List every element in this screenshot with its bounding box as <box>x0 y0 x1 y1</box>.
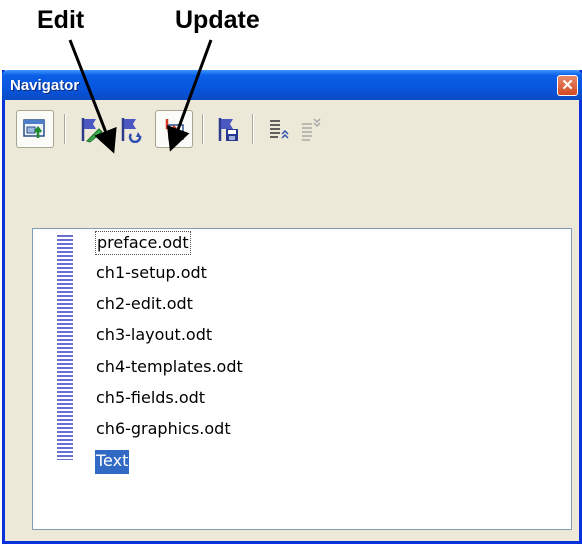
insert-icon <box>165 119 184 140</box>
update-flag-icon <box>121 118 142 143</box>
close-button[interactable]: ✕ <box>557 75 578 96</box>
toggle-icon <box>23 119 45 138</box>
list-item-ch4-templates[interactable]: ch4-templates.odt <box>95 356 244 380</box>
list-item-preface[interactable]: preface.odt <box>95 231 191 255</box>
save-button[interactable] <box>209 110 247 148</box>
update-button[interactable] <box>112 110 150 148</box>
list-item-ch1-setup[interactable]: ch1-setup.odt <box>95 262 208 286</box>
list-item-text[interactable]: Text <box>95 450 130 474</box>
toggle-button[interactable] <box>16 110 54 148</box>
toolbar-separator <box>64 114 66 144</box>
title-bar[interactable]: Navigator ✕ <box>2 70 582 100</box>
toolbar-separator <box>252 114 254 144</box>
navigator-toolbar <box>16 110 516 150</box>
edit-flag-icon <box>81 118 103 143</box>
save-flag-icon <box>218 118 238 141</box>
window-title: Navigator <box>10 77 80 94</box>
list-item-ch2-edit[interactable]: ch2-edit.odt <box>95 293 194 317</box>
tree-connector <box>57 235 73 460</box>
edit-callout-label: Edit <box>37 6 85 34</box>
navigator-window: Navigator ✕ preface.odt ch1-setup.odt ch… <box>2 70 582 544</box>
list-item-ch3-layout[interactable]: ch3-layout.odt <box>95 324 213 348</box>
list-item-ch6-graphics[interactable]: ch6-graphics.odt <box>95 418 232 442</box>
demote-button[interactable] <box>292 110 330 148</box>
document-list[interactable]: preface.odt ch1-setup.odt ch2-edit.odt c… <box>32 228 572 530</box>
insert-button[interactable] <box>155 110 193 148</box>
edit-button[interactable] <box>72 110 110 148</box>
demote-icon <box>302 118 321 141</box>
close-icon: ✕ <box>561 77 574 94</box>
update-callout-label: Update <box>175 6 260 34</box>
promote-icon <box>270 120 289 139</box>
toolbar-separator <box>202 114 204 144</box>
list-item-ch5-fields[interactable]: ch5-fields.odt <box>95 387 206 411</box>
